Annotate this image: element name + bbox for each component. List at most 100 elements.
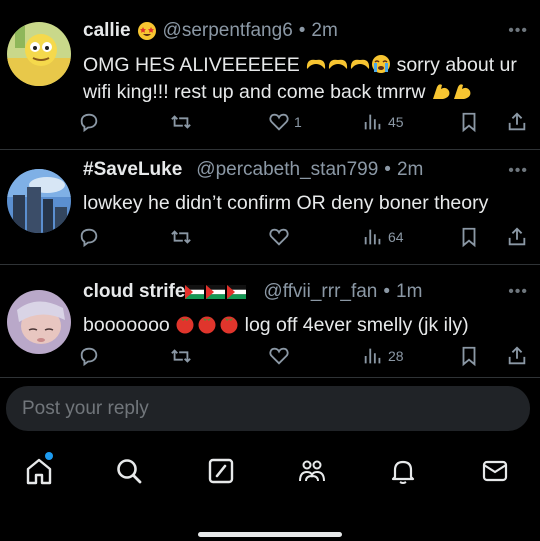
views-icon xyxy=(364,348,381,364)
more-options-icon[interactable]: ••• xyxy=(508,283,528,301)
views-icon xyxy=(364,114,381,130)
heart-icon xyxy=(269,113,289,131)
repost-icon xyxy=(171,115,191,129)
user-handle[interactable]: @serpentfang6 xyxy=(163,20,293,42)
tweet-text-part: booooooo xyxy=(83,314,176,336)
tweet-text: booooooo log off 4ever smelly (jk ily) xyxy=(83,312,536,339)
repost-icon xyxy=(171,349,191,363)
reply-button[interactable] xyxy=(78,345,100,367)
like-count: 1 xyxy=(294,114,302,130)
crying-emoji-icon xyxy=(372,55,391,73)
share-button[interactable] xyxy=(506,111,528,133)
views-count: 28 xyxy=(388,348,404,364)
bookmark-button[interactable] xyxy=(458,345,480,367)
tweet-header: callie @serpentfang6 • 2m xyxy=(83,20,510,42)
like-button[interactable]: 1 xyxy=(268,111,302,133)
notifications-icon xyxy=(391,460,415,484)
messages-icon xyxy=(482,460,508,482)
reply-button[interactable] xyxy=(78,226,100,248)
reply-icon xyxy=(80,113,98,133)
home-tab[interactable] xyxy=(24,456,54,486)
user-handle[interactable]: @ffvii_rrr_fan xyxy=(263,281,377,303)
starstruck-emoji-icon xyxy=(137,22,156,40)
heart-icon xyxy=(269,228,289,246)
reply-composer xyxy=(6,386,530,431)
reply-icon xyxy=(80,347,98,367)
bookmark-button[interactable] xyxy=(458,226,480,248)
palestine-flags-emoji-icon xyxy=(185,285,247,299)
like-button[interactable] xyxy=(268,345,290,367)
repost-icon xyxy=(171,230,191,244)
timestamp[interactable]: 1m xyxy=(396,281,422,303)
share-icon xyxy=(508,227,526,246)
heart-hands-emoji-icon xyxy=(307,59,370,69)
reply-tweet[interactable]: callie @serpentfang6 • 2m ••• OMG HES AL… xyxy=(0,0,540,150)
search-tab[interactable] xyxy=(114,456,144,486)
communities-icon xyxy=(299,460,325,482)
reply-tweet[interactable]: cloud strife @ffvii_rrr_fan • 1m ••• boo… xyxy=(0,265,540,378)
repost-button[interactable] xyxy=(170,111,192,133)
avatar[interactable] xyxy=(7,290,71,354)
like-button[interactable] xyxy=(268,226,290,248)
tweet-text-part: sorry about ur xyxy=(391,54,517,76)
bottom-nav xyxy=(0,440,540,500)
share-icon xyxy=(508,112,526,131)
tweet-header: #SaveLuke @percabeth_stan799 • 2m xyxy=(83,159,510,181)
compose-tab[interactable] xyxy=(206,456,236,486)
tweet-text-part: log off 4ever smelly (jk ily) xyxy=(239,314,469,336)
home-unread-indicator xyxy=(45,452,53,460)
avatar[interactable] xyxy=(7,169,71,233)
views-count: 45 xyxy=(388,114,404,130)
flexed-biceps-emoji-icon xyxy=(432,84,471,99)
timestamp[interactable]: 2m xyxy=(397,159,423,181)
more-options-icon[interactable]: ••• xyxy=(508,162,528,180)
views-button[interactable]: 45 xyxy=(362,111,404,133)
tweet-actions: 64 xyxy=(78,226,528,250)
display-name[interactable]: callie xyxy=(83,20,131,42)
search-icon xyxy=(117,459,142,484)
tweet-text-part: lowkey he didn’t confirm OR deny boner t… xyxy=(83,192,489,214)
avatar[interactable] xyxy=(7,22,71,86)
tweet-text: lowkey he didn’t confirm OR deny boner t… xyxy=(83,190,536,217)
separator-dot: • xyxy=(298,20,306,41)
repost-button[interactable] xyxy=(170,226,192,248)
tweet-actions: 28 xyxy=(78,345,528,369)
bookmark-icon xyxy=(462,346,476,367)
heart-icon xyxy=(269,347,289,365)
reply-icon xyxy=(80,228,98,248)
home-indicator[interactable] xyxy=(198,532,342,537)
repost-button[interactable] xyxy=(170,345,192,367)
tomato-emoji-icon xyxy=(176,316,238,334)
compose-icon xyxy=(208,458,234,484)
share-button[interactable] xyxy=(506,345,528,367)
tweet-text-part: wifi king!!! rest up and come back tmrrw xyxy=(83,81,431,103)
views-button[interactable]: 28 xyxy=(362,345,404,367)
tweet-text: OMG HES ALIVEEEEEE sorry about ur wifi k… xyxy=(83,52,536,106)
bookmark-icon xyxy=(462,112,476,133)
reply-input[interactable] xyxy=(6,386,530,431)
communities-tab[interactable] xyxy=(297,456,327,486)
share-icon xyxy=(508,346,526,365)
tweet-actions: 1 45 xyxy=(78,111,528,135)
reply-tweet[interactable]: #SaveLuke @percabeth_stan799 • 2m ••• lo… xyxy=(0,150,540,265)
reply-button[interactable] xyxy=(78,111,100,133)
more-options-icon[interactable]: ••• xyxy=(508,22,528,40)
separator-dot: • xyxy=(384,159,391,180)
reply-feed: callie @serpentfang6 • 2m ••• OMG HES AL… xyxy=(0,0,540,378)
messages-tab[interactable] xyxy=(480,456,510,486)
display-name[interactable]: #SaveLuke xyxy=(83,159,182,181)
home-icon xyxy=(26,458,52,485)
display-name[interactable]: cloud strife xyxy=(83,281,185,303)
views-button[interactable]: 64 xyxy=(362,226,404,248)
timestamp[interactable]: 2m xyxy=(311,20,337,42)
views-icon xyxy=(364,229,381,245)
user-handle[interactable]: @percabeth_stan799 xyxy=(196,159,378,181)
notifications-tab[interactable] xyxy=(388,456,418,486)
separator-dot: • xyxy=(383,281,391,302)
tweet-header: cloud strife @ffvii_rrr_fan • 1m xyxy=(83,281,510,303)
tweet-text-part: OMG HES ALIVEEEEEE xyxy=(83,54,306,76)
bookmark-icon xyxy=(462,227,476,248)
views-count: 64 xyxy=(388,229,404,245)
bookmark-button[interactable] xyxy=(458,111,480,133)
share-button[interactable] xyxy=(506,226,528,248)
